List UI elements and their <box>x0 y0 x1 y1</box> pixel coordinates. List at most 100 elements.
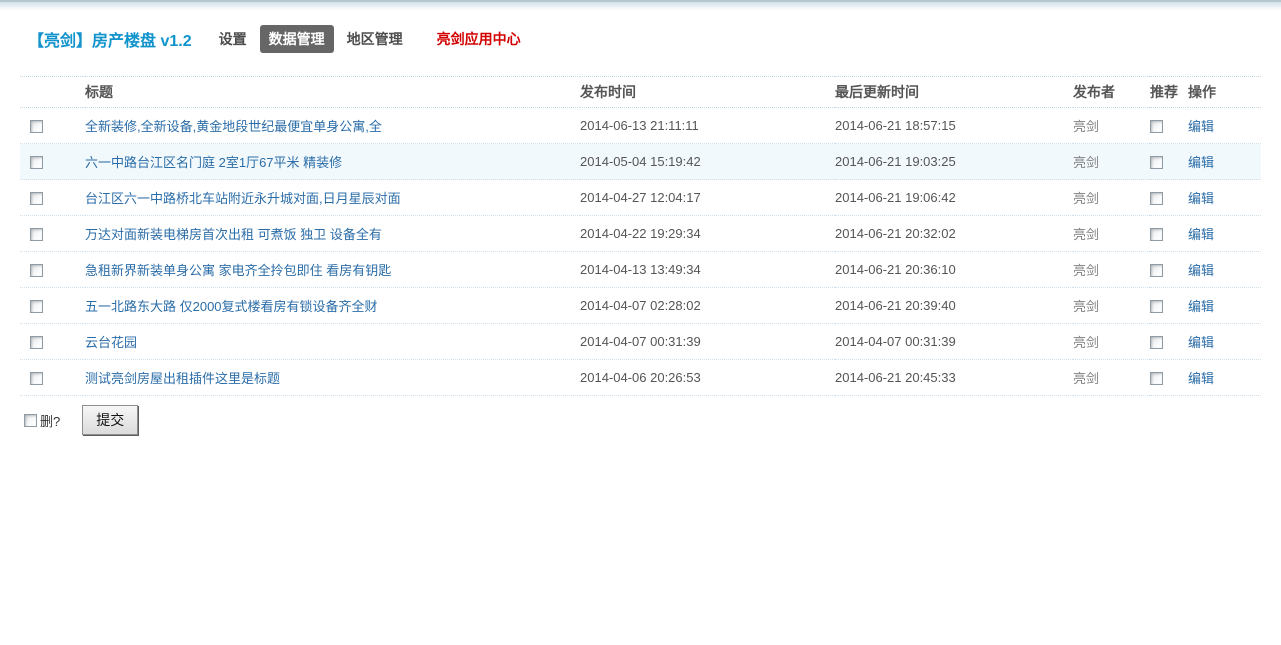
publisher-cell: 亮剑 <box>1073 143 1150 180</box>
update-time-cell: 2014-06-21 19:03:25 <box>835 143 1073 180</box>
select-cell <box>20 323 85 360</box>
tab-settings[interactable]: 设置 <box>212 25 254 53</box>
select-cell <box>20 359 85 396</box>
edit-link[interactable]: 编辑 <box>1188 191 1214 206</box>
column-header-action: 操作 <box>1188 76 1261 108</box>
listing-title-link[interactable]: 测试亮剑房屋出租插件这里是标题 <box>85 371 280 386</box>
publish-time-cell: 2014-04-22 19:29:34 <box>580 215 835 252</box>
listings-table: 标题 发布时间 最后更新时间 发布者 推荐 操作 全新装修,全新设备,黄金地段世… <box>20 76 1261 396</box>
select-cell <box>20 215 85 252</box>
edit-link[interactable]: 编辑 <box>1188 227 1214 242</box>
row-select-checkbox[interactable] <box>30 156 43 170</box>
select-cell <box>20 251 85 288</box>
edit-link[interactable]: 编辑 <box>1188 155 1214 170</box>
title-cell: 急租新界新装单身公寓 家电齐全拎包即住 看房有钥匙 <box>85 251 580 288</box>
tab-data-management[interactable]: 数据管理 <box>259 25 334 53</box>
action-cell: 编辑 <box>1188 179 1261 216</box>
update-time-cell: 2014-04-07 00:31:39 <box>835 323 1073 360</box>
select-cell <box>20 143 85 180</box>
column-header-publish-time: 发布时间 <box>580 76 835 108</box>
edit-link[interactable]: 编辑 <box>1188 263 1214 278</box>
recommend-cell <box>1150 143 1188 180</box>
row-select-checkbox[interactable] <box>30 336 43 350</box>
recommend-checkbox[interactable] <box>1150 156 1163 170</box>
recommend-checkbox[interactable] <box>1150 228 1163 242</box>
update-time-cell: 2014-06-21 20:39:40 <box>835 287 1073 324</box>
column-header-update-time: 最后更新时间 <box>835 76 1073 108</box>
table-row: 五一北路东大路 仅2000复式楼看房有锁设备齐全财 2014-04-07 02:… <box>20 287 1261 324</box>
publisher-cell: 亮剑 <box>1073 215 1150 252</box>
column-header-recommend: 推荐 <box>1150 76 1188 108</box>
title-cell: 万达对面新装电梯房首次出租 可煮饭 独卫 设备全有 <box>85 215 580 252</box>
recommend-checkbox[interactable] <box>1150 192 1163 206</box>
listing-title-link[interactable]: 台江区六一中路桥北车站附近永升城对面,日月星辰对面 <box>85 191 401 206</box>
recommend-checkbox[interactable] <box>1150 264 1163 278</box>
row-select-checkbox[interactable] <box>30 192 43 206</box>
table-row: 全新装修,全新设备,黄金地段世纪最便宜单身公寓,全 2014-06-13 21:… <box>20 107 1261 144</box>
column-header-title: 标题 <box>85 76 580 108</box>
recommend-checkbox[interactable] <box>1150 300 1163 314</box>
recommend-checkbox[interactable] <box>1150 336 1163 350</box>
row-select-checkbox[interactable] <box>30 228 43 242</box>
select-cell <box>20 287 85 324</box>
table-row: 急租新界新装单身公寓 家电齐全拎包即住 看房有钥匙 2014-04-13 13:… <box>20 251 1261 288</box>
table-row: 云台花园 2014-04-07 00:31:39 2014-04-07 00:3… <box>20 323 1261 360</box>
top-gradient-band <box>0 0 1281 10</box>
table-row: 测试亮剑房屋出租插件这里是标题 2014-04-06 20:26:53 2014… <box>20 359 1261 396</box>
publish-time-cell: 2014-04-27 12:04:17 <box>580 179 835 216</box>
app-title: 【亮剑】房产楼盘 v1.2 <box>28 33 192 50</box>
update-time-cell: 2014-06-21 20:45:33 <box>835 359 1073 396</box>
column-header-publisher: 发布者 <box>1073 76 1150 108</box>
recommend-cell <box>1150 359 1188 396</box>
update-time-cell: 2014-06-21 19:06:42 <box>835 179 1073 216</box>
publish-time-cell: 2014-04-06 20:26:53 <box>580 359 835 396</box>
action-cell: 编辑 <box>1188 251 1261 288</box>
recommend-checkbox[interactable] <box>1150 120 1163 134</box>
action-cell: 编辑 <box>1188 107 1261 144</box>
row-select-checkbox[interactable] <box>30 372 43 386</box>
listing-title-link[interactable]: 全新装修,全新设备,黄金地段世纪最便宜单身公寓,全 <box>85 119 382 134</box>
table-row: 万达对面新装电梯房首次出租 可煮饭 独卫 设备全有 2014-04-22 19:… <box>20 215 1261 252</box>
update-time-cell: 2014-06-21 20:36:10 <box>835 251 1073 288</box>
listing-title-link[interactable]: 五一北路东大路 仅2000复式楼看房有锁设备齐全财 <box>85 299 378 314</box>
action-cell: 编辑 <box>1188 215 1261 252</box>
delete-checkbox[interactable] <box>24 413 37 427</box>
listing-title-link[interactable]: 六一中路台江区名门庭 2室1厅67平米 精装修 <box>85 155 342 170</box>
title-cell: 台江区六一中路桥北车站附近永升城对面,日月星辰对面 <box>85 179 580 216</box>
select-cell <box>20 107 85 144</box>
edit-link[interactable]: 编辑 <box>1188 119 1214 134</box>
submit-button[interactable]: 提交 <box>82 405 139 435</box>
publish-time-cell: 2014-06-13 21:11:11 <box>580 107 835 144</box>
row-select-checkbox[interactable] <box>30 300 43 314</box>
action-cell: 编辑 <box>1188 359 1261 396</box>
recommend-cell <box>1150 251 1188 288</box>
tab-region-management[interactable]: 地区管理 <box>340 25 410 53</box>
header-nav: 【亮剑】房产楼盘 v1.2 设置 数据管理 地区管理 亮剑应用中心 <box>0 10 1281 66</box>
publisher-cell: 亮剑 <box>1073 251 1150 288</box>
edit-link[interactable]: 编辑 <box>1188 335 1214 350</box>
publish-time-cell: 2014-04-13 13:49:34 <box>580 251 835 288</box>
listing-title-link[interactable]: 万达对面新装电梯房首次出租 可煮饭 独卫 设备全有 <box>85 227 382 242</box>
row-select-checkbox[interactable] <box>30 120 43 134</box>
title-cell: 六一中路台江区名门庭 2室1厅67平米 精装修 <box>85 143 580 180</box>
row-select-checkbox[interactable] <box>30 264 43 278</box>
delete-label: 删? <box>40 413 61 429</box>
listing-title-link[interactable]: 急租新界新装单身公寓 家电齐全拎包即住 看房有钥匙 <box>85 263 391 278</box>
publisher-cell: 亮剑 <box>1073 287 1150 324</box>
recommend-checkbox[interactable] <box>1150 372 1163 386</box>
title-cell: 云台花园 <box>85 323 580 360</box>
edit-link[interactable]: 编辑 <box>1188 371 1214 386</box>
listing-title-link[interactable]: 云台花园 <box>85 335 137 350</box>
nav-tabs: 设置 数据管理 地区管理 亮剑应用中心 <box>212 25 534 53</box>
publish-time-cell: 2014-04-07 02:28:02 <box>580 287 835 324</box>
table-row: 台江区六一中路桥北车站附近永升城对面,日月星辰对面 2014-04-27 12:… <box>20 179 1261 216</box>
recommend-cell <box>1150 323 1188 360</box>
tab-app-center[interactable]: 亮剑应用中心 <box>430 25 528 53</box>
footer-controls: 删? 提交 <box>24 405 1281 435</box>
publish-time-cell: 2014-05-04 15:19:42 <box>580 143 835 180</box>
header-checkbox-spacer <box>20 76 85 108</box>
recommend-cell <box>1150 107 1188 144</box>
recommend-cell <box>1150 287 1188 324</box>
publisher-cell: 亮剑 <box>1073 323 1150 360</box>
edit-link[interactable]: 编辑 <box>1188 299 1214 314</box>
